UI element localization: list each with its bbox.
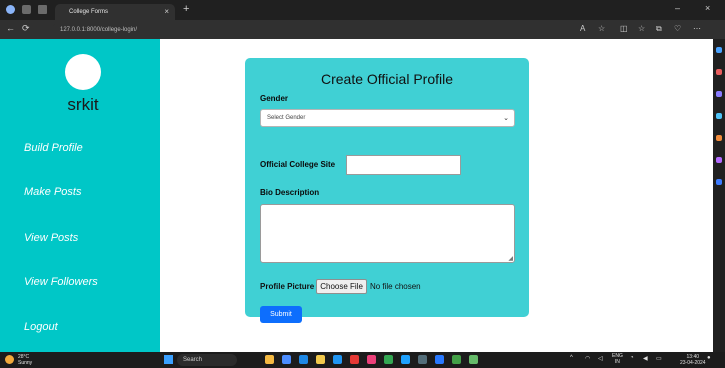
bio-textarea[interactable]: ◢ bbox=[260, 204, 515, 263]
browser-tab-bar: College Forms × + – × bbox=[0, 0, 725, 20]
browser-sidebar-rail bbox=[713, 39, 725, 352]
browser-tab[interactable]: College Forms × bbox=[55, 4, 175, 20]
submit-button[interactable]: Submit bbox=[260, 306, 302, 323]
tools-icon[interactable] bbox=[716, 91, 722, 97]
file-status: No file chosen bbox=[369, 282, 421, 291]
gender-select[interactable]: Select Gender ⌄ bbox=[260, 109, 515, 127]
wifi-icon[interactable]: ◔ bbox=[630, 355, 634, 361]
speaker-icon[interactable]: ◀ bbox=[643, 355, 648, 362]
back-arrow-icon[interactable]: ← bbox=[6, 23, 15, 33]
terminal-icon[interactable] bbox=[418, 355, 427, 364]
page-viewport: srkit Build Profile Make Posts View Post… bbox=[0, 39, 713, 352]
choose-file-button[interactable]: Choose File bbox=[316, 279, 367, 294]
workspaces-icon[interactable] bbox=[22, 5, 31, 14]
volume-icon[interactable]: ◁ bbox=[598, 355, 603, 362]
form-title: Create Official Profile bbox=[320, 71, 453, 87]
close-window-button[interactable]: × bbox=[705, 3, 710, 13]
collections-icon[interactable]: ⧉ bbox=[656, 24, 662, 34]
address-bar-row: ← ⟳ 127.0.0.1:8000/college-login/ A ☆ ◫ … bbox=[0, 20, 725, 39]
app-icon[interactable] bbox=[282, 355, 291, 364]
taskbar: 28°C Sunny Search ^ ◠ ◁ ENG IN ◔ ◀ ▭ 13:… bbox=[0, 352, 725, 368]
sidebar-item-logout[interactable]: Logout bbox=[24, 321, 58, 333]
store-icon[interactable] bbox=[333, 355, 342, 364]
refresh-icon[interactable]: ⟳ bbox=[22, 23, 30, 34]
clock-date: 23-04-2024 bbox=[680, 360, 706, 366]
split-screen-icon[interactable]: ◫ bbox=[620, 24, 628, 33]
tab-close-icon[interactable]: × bbox=[164, 7, 169, 16]
sidebar-item-build-profile[interactable]: Build Profile bbox=[24, 142, 83, 154]
search-icon[interactable] bbox=[716, 47, 722, 53]
weather-sun-icon bbox=[5, 355, 14, 364]
sidebar-item-make-posts[interactable]: Make Posts bbox=[24, 186, 81, 198]
chrome-alt-icon[interactable] bbox=[452, 355, 461, 364]
outlook-icon[interactable] bbox=[716, 113, 722, 119]
taskbar-clock[interactable]: 13:40 23-04-2024 bbox=[680, 354, 706, 366]
windows-start-icon[interactable] bbox=[164, 355, 173, 364]
official-site-input[interactable] bbox=[346, 155, 461, 175]
battery-icon[interactable]: ▭ bbox=[656, 355, 662, 362]
language-indicator[interactable]: ENG IN bbox=[612, 353, 623, 365]
profile-icon[interactable] bbox=[6, 5, 15, 14]
designer-icon[interactable] bbox=[716, 157, 722, 163]
url-bar[interactable]: 127.0.0.1:8000/college-login/ bbox=[52, 23, 572, 36]
profile-form-card: Create Official Profile Gender Select Ge… bbox=[245, 58, 529, 323]
games-icon[interactable] bbox=[716, 179, 722, 185]
favorites-icon[interactable]: ☆ bbox=[638, 24, 645, 33]
picture-label: Profile Picture bbox=[260, 282, 315, 291]
sidebar-item-view-posts[interactable]: View Posts bbox=[24, 232, 78, 244]
office-icon[interactable] bbox=[716, 135, 722, 141]
tab-actions-icon[interactable] bbox=[38, 5, 47, 14]
sidebar-item-view-followers[interactable]: View Followers bbox=[24, 276, 98, 288]
sidebar: srkit Build Profile Make Posts View Post… bbox=[0, 39, 160, 352]
notification-icon[interactable]: ● bbox=[707, 355, 711, 361]
avatar bbox=[65, 54, 101, 90]
browser-essentials-icon[interactable]: ♡ bbox=[674, 24, 681, 33]
vscode-icon[interactable] bbox=[435, 355, 444, 364]
gender-label: Gender bbox=[260, 94, 289, 103]
chevron-down-icon: ⌄ bbox=[503, 115, 509, 122]
minimize-button[interactable]: – bbox=[675, 3, 680, 13]
app-extra-icon[interactable] bbox=[469, 355, 478, 364]
read-aloud-icon[interactable]: A bbox=[580, 24, 585, 33]
site-label: Official College Site bbox=[260, 160, 336, 169]
resize-handle-icon[interactable]: ◢ bbox=[508, 255, 513, 262]
brand-name: srkit bbox=[67, 95, 99, 114]
network-icon[interactable]: ◠ bbox=[585, 355, 590, 362]
folder-icon[interactable] bbox=[316, 355, 325, 364]
tab-title: College Forms bbox=[69, 9, 109, 15]
taskbar-search[interactable]: Search bbox=[177, 354, 237, 366]
favorite-icon[interactable]: ☆ bbox=[598, 24, 605, 33]
profile-picture-row: Profile Picture Choose File No file chos… bbox=[260, 279, 421, 294]
new-tab-button[interactable]: + bbox=[183, 3, 189, 15]
chevron-up-icon[interactable]: ^ bbox=[570, 355, 573, 361]
taskbar-search-label: Search bbox=[183, 357, 203, 363]
gender-select-value: Select Gender bbox=[267, 115, 306, 121]
weather-desc: Sunny bbox=[18, 360, 33, 366]
bio-label: Bio Description bbox=[260, 188, 320, 197]
edge-icon[interactable] bbox=[299, 355, 308, 364]
weather-widget[interactable]: 28°C Sunny bbox=[18, 354, 32, 366]
more-icon[interactable]: ⋯ bbox=[693, 24, 701, 33]
language-region: IN bbox=[614, 359, 620, 365]
url-text: 127.0.0.1:8000/college-login/ bbox=[60, 26, 138, 33]
shopping-icon[interactable] bbox=[716, 69, 722, 75]
chrome-icon[interactable] bbox=[384, 355, 393, 364]
browser-icon[interactable] bbox=[401, 355, 410, 364]
photos-icon[interactable] bbox=[367, 355, 376, 364]
office-app-icon[interactable] bbox=[350, 355, 359, 364]
file-explorer-icon[interactable] bbox=[265, 355, 274, 364]
